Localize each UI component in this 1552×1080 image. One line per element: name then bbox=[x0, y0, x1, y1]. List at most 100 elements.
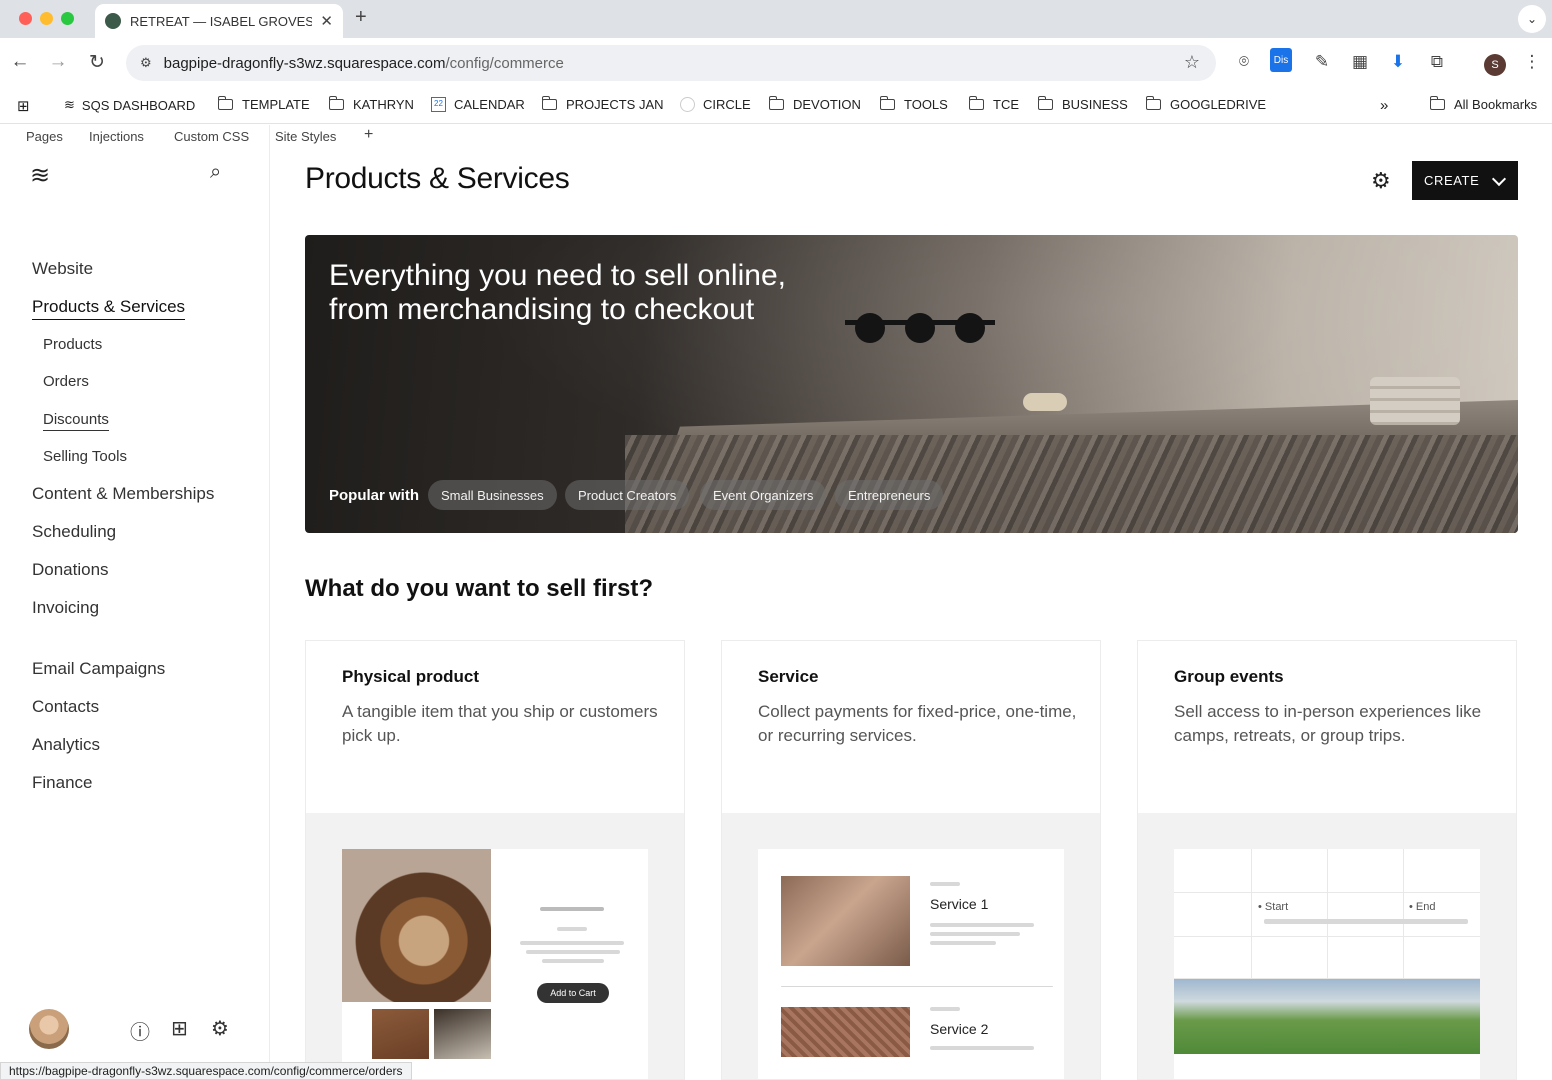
user-avatar[interactable] bbox=[29, 1009, 69, 1049]
sidebar-item-scheduling[interactable]: Scheduling bbox=[32, 522, 116, 542]
sidebar-item-invoicing[interactable]: Invoicing bbox=[32, 598, 99, 618]
quick-link-pages[interactable]: Pages bbox=[26, 129, 63, 144]
sidebar-subitem-selling-tools[interactable]: Selling Tools bbox=[43, 448, 127, 465]
download-icon[interactable]: ⬇ bbox=[1386, 52, 1410, 72]
event-start-label: • Start bbox=[1258, 901, 1289, 913]
apps-icon[interactable]: ⊞ bbox=[17, 97, 30, 115]
new-tab-button[interactable]: + bbox=[355, 6, 367, 29]
squarespace-logo-icon[interactable]: ≋ bbox=[30, 161, 50, 190]
back-arrow-icon[interactable]: ← bbox=[8, 51, 32, 73]
divider bbox=[781, 986, 1053, 987]
forward-arrow-icon[interactable]: → bbox=[46, 51, 70, 73]
chip-entrepreneurs[interactable]: Entrepreneurs bbox=[835, 480, 944, 510]
settings-gear-icon[interactable]: ⚙ bbox=[211, 1016, 229, 1041]
card-title: Service bbox=[758, 667, 819, 686]
create-button[interactable]: CREATE bbox=[1412, 161, 1518, 200]
add-quick-link-plus-icon[interactable]: + bbox=[364, 126, 373, 144]
calendar-cell bbox=[1328, 893, 1404, 937]
card-preview: Service 1 Service 2 bbox=[722, 813, 1100, 1079]
bookmark-star-icon[interactable]: ☆ bbox=[1184, 52, 1200, 73]
product-thumbnail bbox=[434, 1009, 491, 1059]
site-settings-icon[interactable]: ⚙ bbox=[140, 55, 152, 71]
placeholder-line bbox=[930, 1007, 960, 1011]
bookmark-googledrive[interactable]: GOOGLEDRIVE bbox=[1145, 96, 1266, 112]
calendar-cell bbox=[1328, 937, 1404, 979]
address-bar[interactable]: ⚙ bagpipe-dragonfly-s3wz.squarespace.com… bbox=[126, 45, 1216, 81]
apps-grid-icon[interactable]: ▦ bbox=[1348, 52, 1372, 72]
popular-with-label: Popular with bbox=[329, 487, 419, 504]
tab-search-chevron-icon[interactable]: ⌄ bbox=[1518, 5, 1546, 33]
bookmark-sqs-dashboard[interactable]: ≋ SQS DASHBOARD bbox=[64, 97, 195, 113]
browser-tab[interactable]: RETREAT — ISABEL GROVES ✕ bbox=[95, 4, 343, 38]
card-description: A tangible item that you ship or custome… bbox=[342, 702, 658, 745]
bookmark-circle[interactable]: CIRCLE bbox=[680, 97, 751, 112]
minimize-window-button[interactable] bbox=[40, 12, 53, 25]
profile-avatar[interactable]: S bbox=[1484, 54, 1506, 76]
placeholder-line bbox=[540, 907, 604, 911]
sidebar-item-email-campaigns[interactable]: Email Campaigns bbox=[32, 659, 165, 679]
commerce-settings-gear-icon[interactable]: ⚙ bbox=[1371, 168, 1391, 194]
calendar-icon: 22 bbox=[431, 97, 446, 112]
browser-menu-icon[interactable]: ⋮ bbox=[1520, 52, 1544, 72]
quick-link-site-styles[interactable]: Site Styles bbox=[275, 129, 336, 144]
bookmark-tools[interactable]: TOOLS bbox=[879, 96, 948, 112]
folder-icon bbox=[1429, 96, 1445, 110]
bookmark-kathryn[interactable]: KATHRYN bbox=[328, 96, 414, 112]
search-icon[interactable]: ⌕ bbox=[210, 161, 221, 184]
close-tab-icon[interactable]: ✕ bbox=[320, 12, 333, 30]
sidebar-item-content-memberships[interactable]: Content & Memberships bbox=[32, 484, 214, 504]
extensions-puzzle-icon[interactable]: ⧉ bbox=[1425, 52, 1449, 72]
sidebar-item-analytics[interactable]: Analytics bbox=[32, 735, 100, 755]
card-physical-product[interactable]: Physical product A tangible item that yo… bbox=[305, 640, 685, 1080]
eyedropper-extension-icon[interactable]: ✎ bbox=[1310, 52, 1334, 72]
close-window-button[interactable] bbox=[19, 12, 32, 25]
event-range-bar bbox=[1264, 919, 1468, 924]
sidebar-subitem-discounts[interactable]: Discounts bbox=[43, 411, 109, 431]
card-service[interactable]: Service Collect payments for fixed-price… bbox=[721, 640, 1101, 1080]
apps-grid-icon[interactable]: ⊞ bbox=[171, 1016, 188, 1041]
card-description: Collect payments for fixed-price, one-ti… bbox=[758, 702, 1077, 745]
sidebar-subitem-products[interactable]: Products bbox=[43, 336, 102, 353]
service-1-label: Service 1 bbox=[930, 896, 989, 912]
sidebar-item-finance[interactable]: Finance bbox=[32, 773, 92, 793]
card-group-events[interactable]: Group events Sell access to in-person ex… bbox=[1137, 640, 1517, 1080]
all-bookmarks[interactable]: All Bookmarks bbox=[1429, 96, 1537, 112]
bookmark-tce[interactable]: TCE bbox=[968, 96, 1019, 112]
help-icon[interactable]: ⓘ bbox=[130, 1016, 150, 1045]
sidebar-item-products-services[interactable]: Products & Services bbox=[32, 297, 186, 320]
reload-icon[interactable]: ↻ bbox=[85, 51, 109, 74]
bookmark-template[interactable]: TEMPLATE bbox=[217, 96, 310, 112]
product-preview-sheet: Add to Cart bbox=[342, 849, 648, 1079]
soccer-field-image bbox=[1174, 979, 1480, 1054]
sidebar-item-contacts[interactable]: Contacts bbox=[32, 697, 99, 717]
quick-link-custom-css[interactable]: Custom CSS bbox=[174, 129, 249, 144]
product-thumbnail bbox=[372, 1009, 429, 1059]
page-title: Products & Services bbox=[305, 162, 570, 195]
chip-product-creators[interactable]: Product Creators bbox=[565, 480, 690, 510]
camera-extension-icon[interactable]: ⌾ bbox=[1232, 52, 1256, 72]
tab-title: RETREAT — ISABEL GROVES bbox=[130, 13, 313, 29]
chip-small-businesses[interactable]: Small Businesses bbox=[428, 480, 557, 510]
folder-icon bbox=[328, 96, 344, 110]
chip-event-organizers[interactable]: Event Organizers bbox=[700, 480, 827, 510]
zoom-window-button[interactable] bbox=[61, 12, 74, 25]
hero-banner: Everything you need to sell online, from… bbox=[305, 235, 1518, 533]
hero-soap-image bbox=[1023, 393, 1067, 411]
bookmark-business[interactable]: BUSINESS bbox=[1037, 96, 1128, 112]
placeholder-line bbox=[930, 941, 996, 945]
bookmark-devotion[interactable]: DEVOTION bbox=[768, 96, 861, 112]
sidebar-item-donations[interactable]: Donations bbox=[32, 560, 109, 580]
sidebar-item-website[interactable]: Website bbox=[32, 259, 93, 279]
bookmark-projects-jan[interactable]: PROJECTS JAN bbox=[541, 96, 664, 112]
bookmark-calendar[interactable]: 22 CALENDAR bbox=[431, 97, 525, 112]
sidebar-subitem-orders[interactable]: Orders bbox=[43, 373, 89, 390]
sheets-extension-icon[interactable]: Dis bbox=[1270, 48, 1292, 72]
quick-link-injections[interactable]: Injections bbox=[89, 129, 144, 144]
more-bookmarks-chevron-icon[interactable]: » bbox=[1380, 97, 1388, 114]
placeholder-line bbox=[557, 927, 587, 931]
calendar-cell bbox=[1252, 893, 1328, 937]
calendar-cell bbox=[1252, 937, 1328, 979]
hero-faucet-knob bbox=[955, 313, 985, 343]
placeholder-line bbox=[930, 932, 1020, 936]
event-end-label: • End bbox=[1409, 901, 1436, 913]
